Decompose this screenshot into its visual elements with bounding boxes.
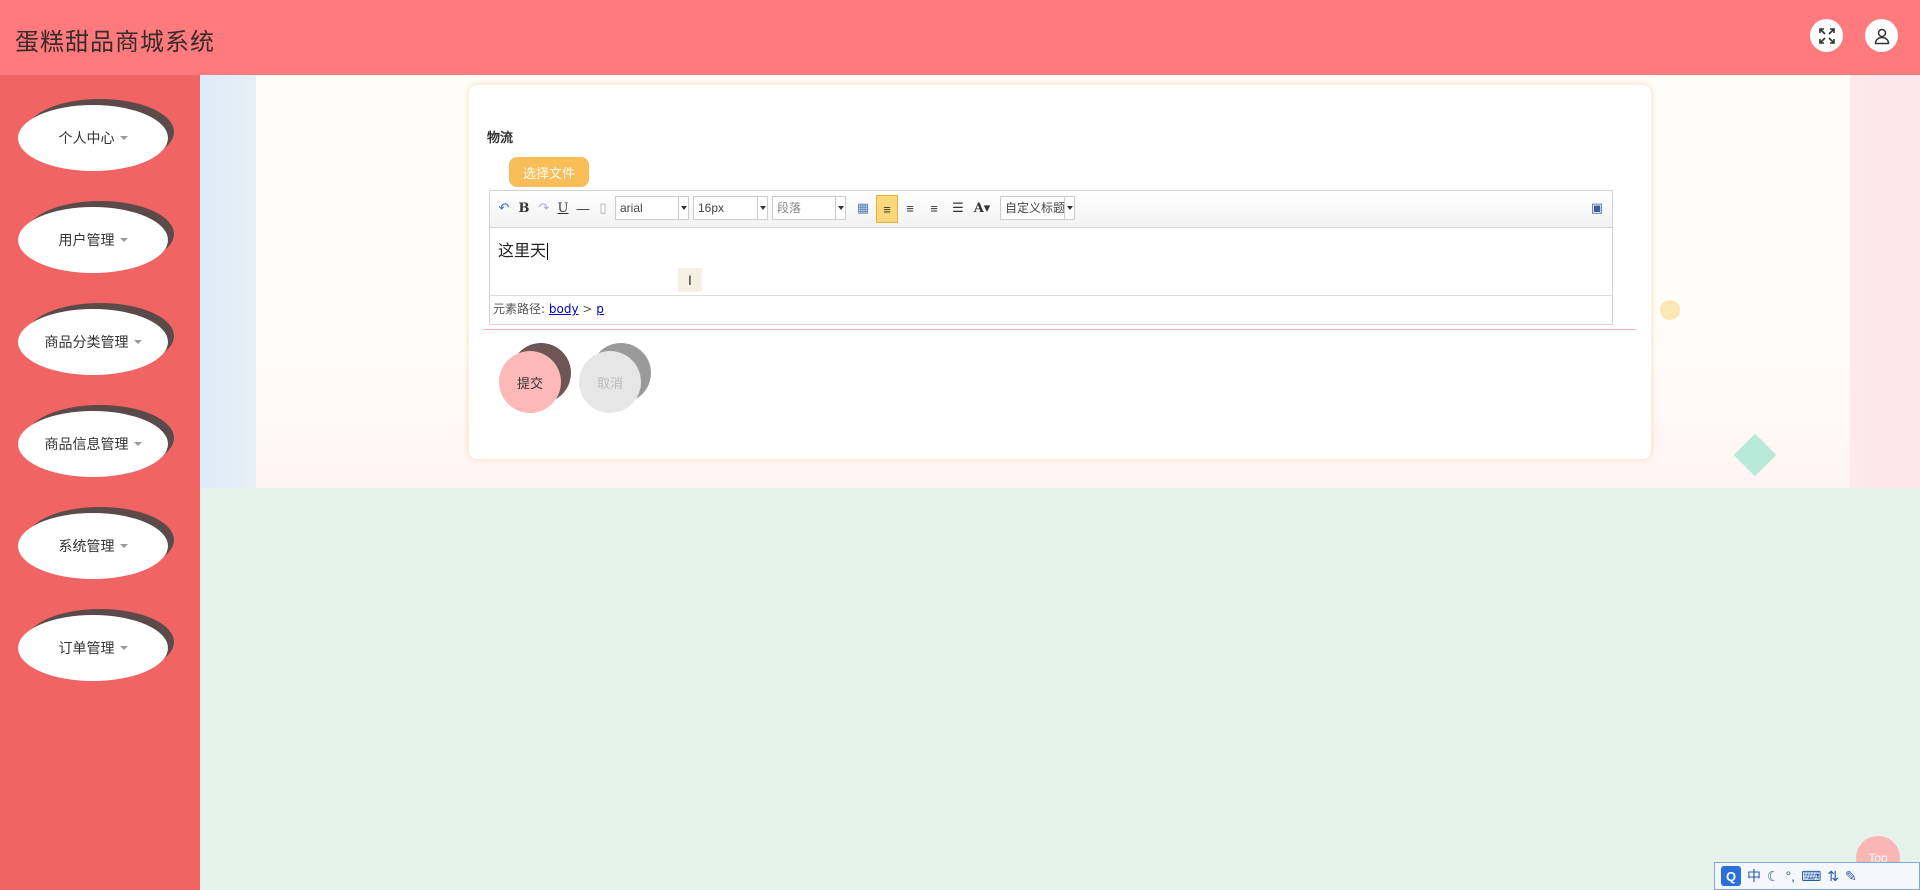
- text-cursor-icon: I: [678, 268, 702, 292]
- custom-title-select[interactable]: 自定义标题: [1000, 196, 1075, 220]
- font-size-select[interactable]: 16px: [693, 196, 768, 220]
- ime-lang-toggle[interactable]: 中: [1747, 866, 1761, 886]
- table-icon[interactable]: ▦: [853, 198, 873, 218]
- punctuation-icon[interactable]: °,: [1786, 868, 1796, 884]
- undo-icon[interactable]: ↶: [494, 198, 514, 218]
- text-caret: [547, 243, 549, 260]
- underline-icon[interactable]: U: [553, 198, 573, 218]
- font-family-select[interactable]: arial: [615, 196, 689, 220]
- top-header: 蛋糕甜品商城系统: [0, 0, 1920, 75]
- path-link-body[interactable]: body: [549, 302, 579, 316]
- app-title: 蛋糕甜品商城系统: [15, 28, 215, 56]
- cancel-button[interactable]: 取消: [579, 343, 651, 415]
- sidebar: 个人中心 用户管理 商品分类管理 商品信息管理 系统管理 订单管理: [0, 75, 200, 890]
- moon-icon[interactable]: ☾: [1767, 868, 1780, 885]
- user-button[interactable]: [1865, 19, 1898, 52]
- sidebar-item-category-management[interactable]: 商品分类管理: [18, 303, 174, 375]
- redo-icon[interactable]: ↷: [534, 198, 554, 218]
- caret-down-icon: [133, 340, 142, 344]
- align-left-icon[interactable]: ≡: [876, 195, 898, 223]
- align-right-icon[interactable]: ≡: [900, 198, 920, 218]
- ime-logo-icon[interactable]: Q: [1721, 866, 1741, 886]
- keyboard-icon[interactable]: ⌨: [1801, 868, 1821, 885]
- sidebar-item-label: 系统管理: [58, 539, 115, 555]
- choose-file-button[interactable]: 选择文件: [509, 157, 589, 187]
- bold-icon[interactable]: B: [514, 198, 534, 218]
- ime-toolbar: Q 中 ☾ °, ⌨ ⇅ ✎: [1714, 862, 1920, 890]
- field-label-logistics: 物流: [487, 131, 514, 146]
- sidebar-item-user-management[interactable]: 用户管理: [18, 201, 174, 273]
- submit-button[interactable]: 提交: [499, 343, 571, 415]
- form-card: 物流 选择文件 ↶ B ↷ U — ▯ arial 16px 段落 ▦ ≡ ≡ …: [469, 85, 1651, 459]
- caret-down-icon: [133, 442, 142, 446]
- user-icon: [1874, 28, 1889, 44]
- sidebar-item-label: 商品分类管理: [44, 335, 129, 351]
- horizontal-rule-icon[interactable]: —: [573, 198, 593, 218]
- fullscreen-editor-icon[interactable]: ▣: [1587, 198, 1607, 218]
- fullscreen-button[interactable]: [1810, 19, 1843, 52]
- page-icon[interactable]: ▯: [593, 198, 613, 218]
- decoration-dot: [1660, 300, 1680, 320]
- sidebar-item-label: 个人中心: [58, 131, 115, 147]
- caret-down-icon: [119, 646, 128, 650]
- align-justify-icon[interactable]: ☰: [948, 198, 968, 218]
- expand-icon: [1818, 27, 1835, 44]
- caret-down-icon: [119, 544, 128, 548]
- sidebar-item-order-management[interactable]: 订单管理: [18, 609, 174, 681]
- dropdown-arrow-icon: [757, 197, 767, 219]
- sidebar-item-personal-center[interactable]: 个人中心: [18, 99, 174, 171]
- path-link-p[interactable]: p: [596, 302, 604, 316]
- dropdown-arrow-icon: [1064, 197, 1074, 219]
- divider: [484, 329, 1636, 330]
- font-color-icon[interactable]: A▾: [972, 198, 992, 218]
- caret-down-icon: [119, 136, 128, 140]
- paragraph-select[interactable]: 段落: [772, 196, 846, 220]
- editor-toolbar: ↶ B ↷ U — ▯ arial 16px 段落 ▦ ≡ ≡ ≡ ☰ A▾ 自…: [490, 191, 1612, 228]
- dropdown-arrow-icon: [835, 197, 845, 219]
- align-center-icon[interactable]: ≡: [924, 198, 944, 218]
- sidebar-item-product-management[interactable]: 商品信息管理: [18, 405, 174, 477]
- sidebar-item-label: 订单管理: [58, 641, 115, 657]
- sidebar-item-system-management[interactable]: 系统管理: [18, 507, 174, 579]
- editor-content[interactable]: 这里天: [498, 237, 549, 261]
- element-path-bar: 元素路径: body > p: [490, 295, 1612, 323]
- sidebar-item-label: 用户管理: [58, 233, 115, 249]
- sidebar-item-label: 商品信息管理: [44, 437, 129, 453]
- dropdown-arrow-icon: [678, 197, 688, 219]
- width-toggle-icon[interactable]: ⇅: [1827, 868, 1839, 885]
- caret-down-icon: [119, 238, 128, 242]
- rich-text-editor: ↶ B ↷ U — ▯ arial 16px 段落 ▦ ≡ ≡ ≡ ☰ A▾ 自…: [489, 190, 1613, 325]
- tool-icon[interactable]: ✎: [1845, 868, 1857, 885]
